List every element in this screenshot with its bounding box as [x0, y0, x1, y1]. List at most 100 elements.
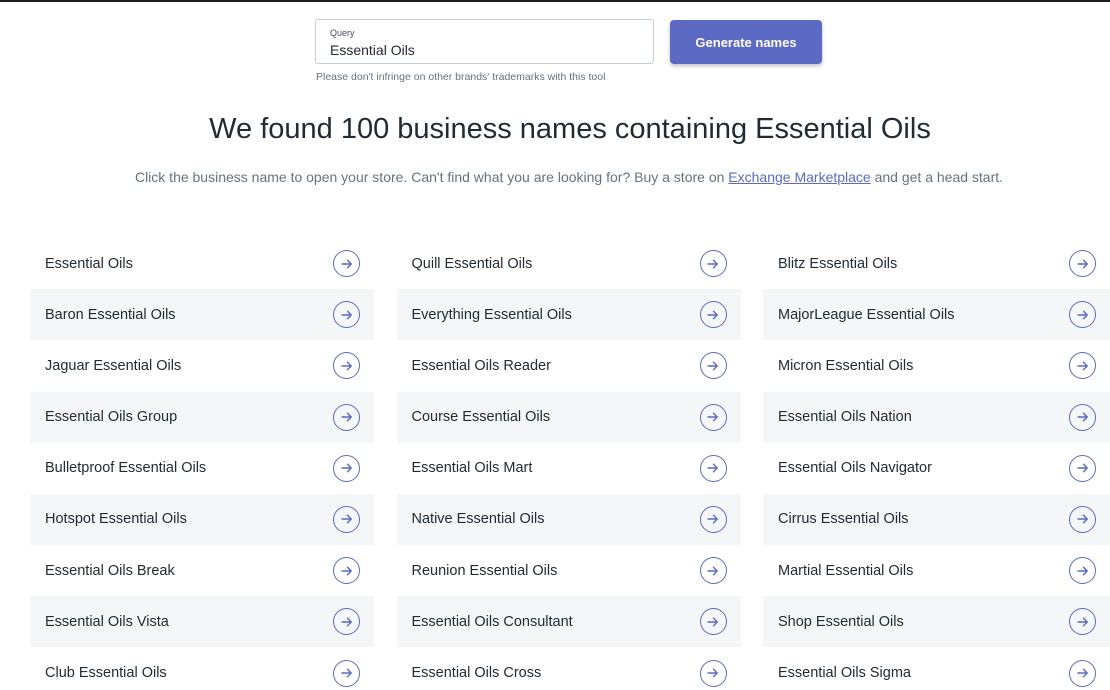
query-field[interactable]: Query — [315, 19, 654, 64]
arrow-right-circle-icon[interactable] — [1069, 608, 1096, 636]
arrow-right-circle-icon[interactable] — [333, 557, 360, 585]
name-row: Hotspot Essential Oils Native Essential O… — [30, 493, 1110, 545]
arrow-right-circle-icon[interactable] — [1069, 505, 1096, 533]
business-name-label: Essential Oils Consultant — [411, 613, 573, 630]
business-name-label: Essential Oils — [45, 255, 133, 272]
business-name-label: Martial Essential Oils — [778, 562, 914, 579]
business-name-item[interactable]: Essential Oils — [30, 238, 374, 289]
business-name-item[interactable]: Micron Essential Oils — [763, 340, 1110, 391]
name-row: Bulletproof Essential Oils Essential Oils… — [30, 443, 1110, 494]
top-border — [0, 0, 1110, 2]
arrow-right-circle-icon[interactable] — [333, 608, 360, 636]
business-name-label: Essential Oils Mart — [411, 460, 533, 477]
arrow-right-circle-icon[interactable] — [699, 659, 727, 687]
arrow-right-circle-icon[interactable] — [333, 301, 360, 329]
arrow-right-circle-icon[interactable] — [1069, 557, 1096, 585]
business-name-label: Bulletproof Essential Oils — [45, 460, 207, 477]
arrow-right-circle-icon[interactable] — [333, 454, 360, 482]
name-row: Essential Oils Quill Essential Oils Blitz … — [30, 238, 1110, 289]
results-subtext: Click the business name to open your sto… — [0, 169, 1110, 185]
business-name-label: Cirrus Essential Oils — [778, 511, 909, 528]
business-name-label: Essential Oils Vista — [45, 613, 169, 630]
arrow-right-circle-icon[interactable] — [1069, 352, 1096, 380]
business-name-item[interactable]: Essential Oils Reader — [397, 340, 741, 391]
business-name-item[interactable]: Blitz Essential Oils — [763, 238, 1110, 289]
business-name-item[interactable]: Essential Oils Nation — [763, 391, 1110, 443]
business-name-label: Course Essential Oils — [411, 409, 551, 426]
business-name-label: MajorLeague Essential Oils — [778, 306, 955, 323]
name-row: Essential Oils Break Reunion Essential Oi… — [30, 545, 1110, 596]
business-name-label: Shop Essential Oils — [778, 613, 904, 630]
business-name-item[interactable]: Essential Oils Break — [30, 545, 374, 596]
trademark-disclaimer: Please don't infringe on other brands' t… — [316, 71, 606, 83]
name-row: Jaguar Essential Oils Essential Oils Read… — [30, 340, 1110, 391]
arrow-right-circle-icon[interactable] — [1069, 454, 1096, 482]
name-row: Baron Essential Oils Everything Essential… — [30, 289, 1110, 341]
business-name-item[interactable]: Essential Oils Navigator — [763, 443, 1110, 494]
business-name-label: Micron Essential Oils — [778, 357, 914, 374]
business-name-label: Essential Oils Nation — [778, 409, 912, 426]
business-name-grid: Essential Oils Quill Essential Oils Blitz … — [30, 238, 1110, 690]
business-name-item[interactable]: Club Essential Oils — [30, 648, 374, 690]
arrow-right-circle-icon[interactable] — [699, 250, 727, 277]
arrow-right-circle-icon[interactable] — [699, 301, 727, 329]
subtext-outro: and get a head start. — [870, 169, 1004, 185]
arrow-right-circle-icon[interactable] — [333, 403, 360, 431]
arrow-right-circle-icon[interactable] — [699, 608, 727, 636]
business-name-label: Essential Oils Cross — [411, 665, 542, 681]
business-name-label: Essential Oils Group — [45, 409, 178, 426]
business-name-item[interactable]: MajorLeague Essential Oils — [763, 289, 1110, 341]
business-name-label: Essential Oils Reader — [411, 357, 551, 374]
arrow-right-circle-icon[interactable] — [333, 352, 360, 380]
business-name-item[interactable]: Essential Oils Mart — [397, 443, 741, 494]
arrow-right-circle-icon[interactable] — [699, 352, 727, 380]
arrow-right-circle-icon[interactable] — [699, 403, 727, 431]
name-row: Club Essential Oils Essential Oils Cross E… — [30, 648, 1110, 690]
business-name-item[interactable]: Course Essential Oils — [396, 391, 741, 443]
business-name-label: Essential Oils Sigma — [778, 665, 911, 681]
business-name-item[interactable]: Hotspot Essential Oils — [30, 493, 374, 545]
arrow-right-circle-icon[interactable] — [333, 659, 360, 687]
business-name-item[interactable]: Essential Oils Group — [30, 391, 374, 443]
results-heading: We found 100 business names containing E… — [209, 113, 931, 145]
business-name-label: Everything Essential Oils — [411, 306, 572, 323]
business-name-item[interactable]: Essential Oils Sigma — [763, 648, 1110, 690]
name-row: Essential Oils Group Course Essential Oil… — [30, 391, 1110, 443]
arrow-right-circle-icon[interactable] — [333, 250, 360, 277]
business-name-item[interactable]: Bulletproof Essential Oils — [30, 443, 374, 494]
business-name-label: Quill Essential Oils — [411, 255, 533, 272]
business-name-label: Native Essential Oils — [411, 511, 545, 528]
business-name-item[interactable]: Essential Oils Vista — [30, 596, 374, 648]
business-name-item[interactable]: Everything Essential Oils — [396, 289, 741, 341]
arrow-right-circle-icon[interactable] — [1069, 659, 1096, 687]
arrow-right-circle-icon[interactable] — [699, 505, 727, 533]
business-name-item[interactable]: Martial Essential Oils — [763, 545, 1110, 596]
generate-names-button[interactable]: Generate names — [670, 20, 822, 64]
business-name-item[interactable]: Essential Oils Consultant — [396, 596, 741, 648]
arrow-right-circle-icon[interactable] — [1069, 403, 1096, 431]
business-name-item[interactable]: Baron Essential Oils — [30, 289, 374, 341]
arrow-right-circle-icon[interactable] — [1069, 301, 1096, 329]
name-row: Essential Oils Vista Essential Oils Consu… — [30, 596, 1110, 648]
arrow-right-circle-icon[interactable] — [333, 505, 360, 533]
business-name-item[interactable]: Shop Essential Oils — [763, 596, 1110, 648]
business-name-item[interactable]: Jaguar Essential Oils — [30, 340, 374, 391]
business-name-item[interactable]: Reunion Essential Oils — [397, 545, 741, 596]
arrow-right-circle-icon[interactable] — [699, 454, 727, 482]
business-name-item[interactable]: Essential Oils Cross — [397, 648, 741, 690]
exchange-marketplace-link[interactable]: Exchange Marketplace — [728, 169, 870, 185]
subtext-intro: Click the business name to open your sto… — [134, 169, 729, 185]
business-name-label: Reunion Essential Oils — [411, 562, 558, 579]
business-name-label: Club Essential Oils — [45, 665, 167, 681]
business-name-label: Jaguar Essential Oils — [45, 357, 182, 374]
business-name-item[interactable]: Quill Essential Oils — [397, 238, 741, 289]
business-name-item[interactable]: Cirrus Essential Oils — [763, 493, 1110, 545]
business-name-label: Blitz Essential Oils — [778, 255, 898, 272]
arrow-right-circle-icon[interactable] — [1069, 250, 1096, 277]
query-label: Query — [330, 28, 355, 38]
arrow-right-circle-icon[interactable] — [699, 557, 727, 585]
business-name-label: Essential Oils Break — [45, 562, 175, 579]
query-input[interactable] — [330, 42, 640, 58]
business-name-item[interactable]: Native Essential Oils — [396, 493, 741, 545]
business-name-label: Hotspot Essential Oils — [45, 511, 187, 528]
